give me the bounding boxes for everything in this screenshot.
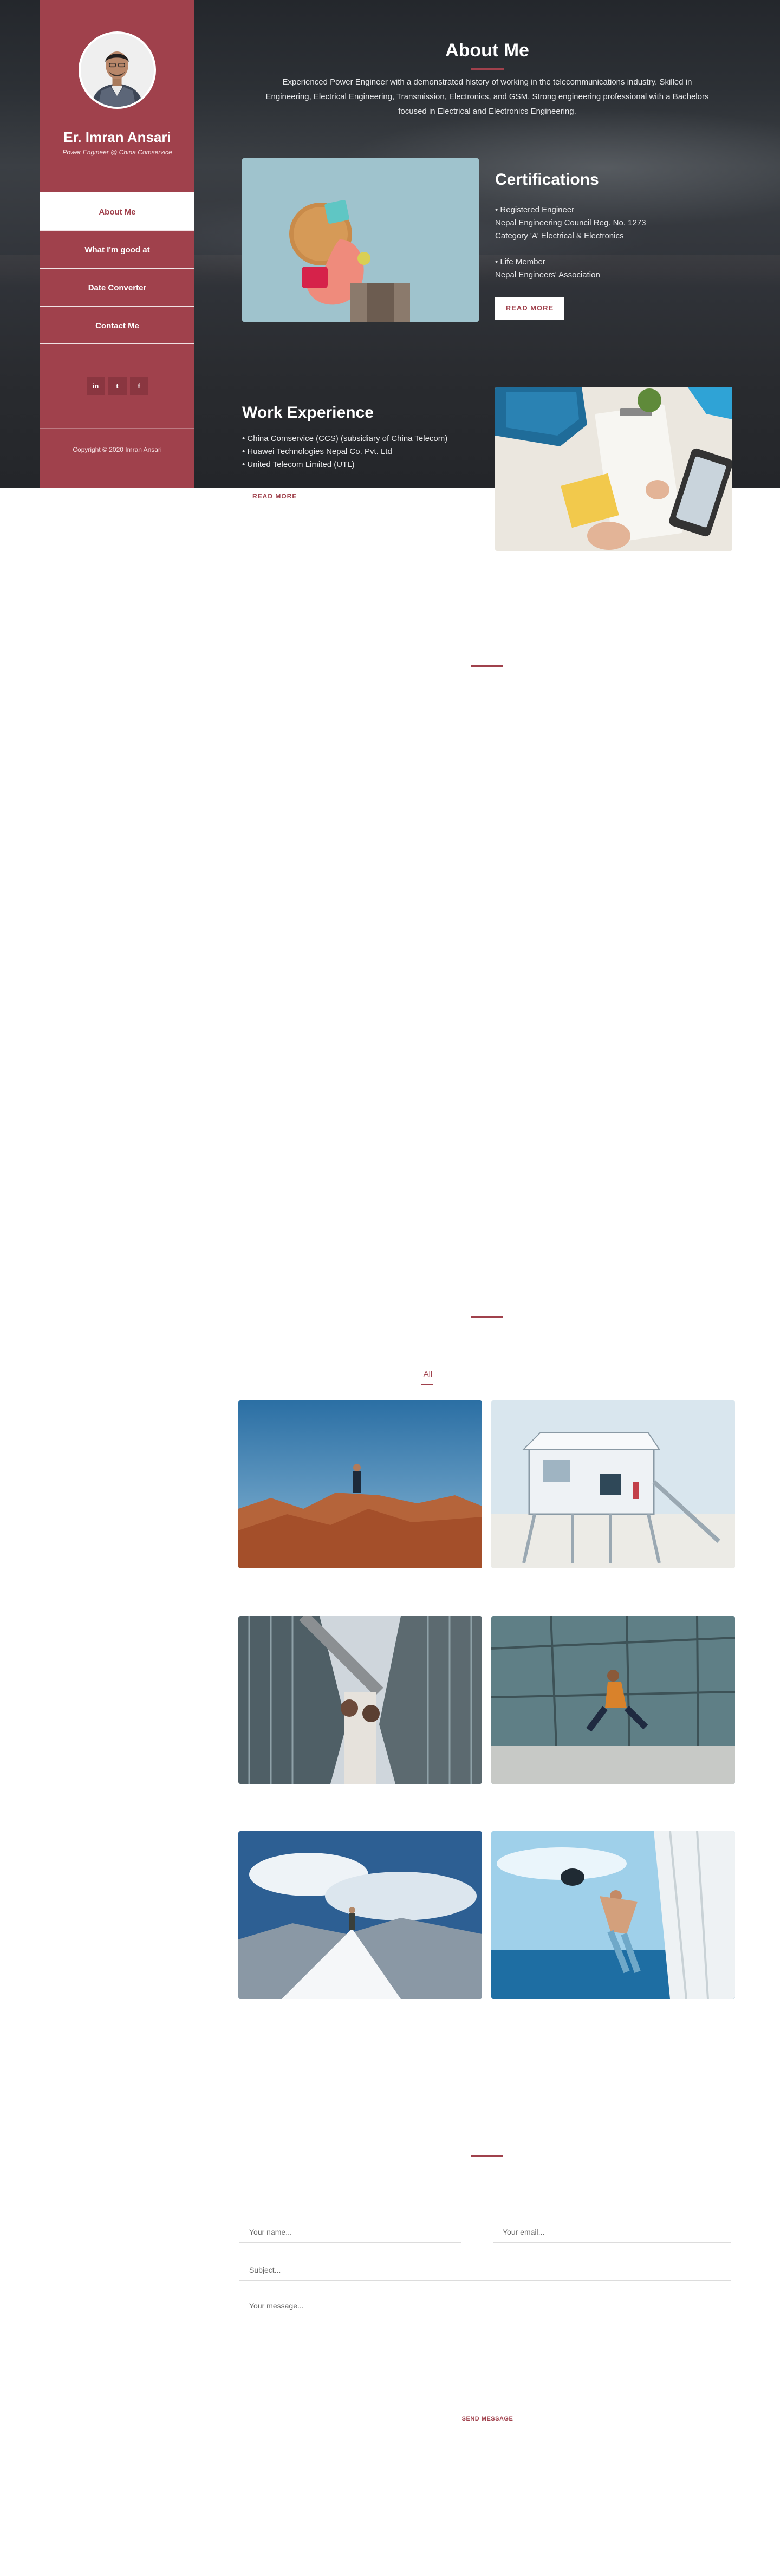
cert-line: Category 'A' Electrical & Electronics [495, 231, 624, 241]
work-item: • Huawei Technologies Nepal Co. Pvt. Ltd [242, 447, 392, 456]
work-experience-image [495, 387, 732, 551]
gallery-image-jump[interactable] [491, 1616, 735, 1784]
work-experience-list: • China Comservice (CCS) (subsidiary of … [242, 432, 480, 471]
sidebar-item-contact[interactable]: Contact Me [40, 306, 194, 344]
cert-line: Nepal Engineers' Association [495, 270, 600, 280]
gallery-filter-all[interactable]: All [412, 1370, 444, 1379]
social-links: in t f [40, 377, 194, 395]
certifications-list: • Registered Engineer Nepal Engineering … [495, 204, 723, 282]
work-read-more-button[interactable]: READ MORE [252, 492, 297, 500]
gallery-image-boat[interactable] [491, 1831, 735, 1999]
gallery-section-divider [471, 1316, 503, 1318]
linkedin-icon[interactable]: in [86, 377, 105, 395]
send-message-button[interactable]: SEND MESSAGE [460, 2416, 515, 2422]
sidebar-menu: About Me What I'm good at Date Converter… [40, 192, 194, 344]
twitter-icon[interactable]: t [108, 377, 127, 395]
work-item: • United Telecom Limited (UTL) [242, 460, 355, 469]
about-intro: Experienced Power Engineer with a demons… [265, 77, 709, 116]
gallery-image-city[interactable] [238, 1616, 482, 1784]
sidebar-role: Power Engineer @ China Comservice [62, 148, 172, 156]
contact-email-input[interactable] [493, 2221, 731, 2243]
sidebar-divider [40, 428, 194, 429]
sidebar: Er. Imran Ansari Power Engineer @ China … [40, 0, 194, 488]
certifications-image [242, 158, 479, 322]
cert-line: • Registered Engineer [495, 205, 575, 215]
gallery-filter-underline [421, 1384, 433, 1385]
avatar [79, 31, 156, 109]
facebook-icon[interactable]: f [129, 377, 148, 395]
sidebar-name: Er. Imran Ansari [63, 129, 171, 145]
contact-section-divider [471, 2155, 503, 2157]
work-experience-title: Work Experience [242, 404, 374, 421]
cert-line: • Life Member [495, 257, 545, 267]
sidebar-item-date-converter[interactable]: Date Converter [40, 268, 194, 306]
about-title-underline [471, 68, 504, 70]
contact-name-input[interactable] [239, 2221, 461, 2243]
copyright: Copyright © 2020 Imran Ansari [73, 446, 162, 453]
work-item: • China Comservice (CCS) (subsidiary of … [242, 434, 448, 443]
about-title: About Me [445, 40, 529, 61]
contact-message-input[interactable] [239, 2297, 731, 2390]
contact-subject-input[interactable] [239, 2259, 731, 2281]
sidebar-item-skills[interactable]: What I'm good at [40, 230, 194, 268]
cert-line: Nepal Engineering Council Reg. No. 1273 [495, 218, 646, 228]
certifications-read-more-button[interactable]: READ MORE [495, 297, 564, 320]
skills-section-divider [471, 665, 503, 667]
sidebar-item-about-me[interactable]: About Me [40, 192, 194, 230]
certifications-title: Certifications [495, 171, 599, 189]
gallery-image-lifeguard[interactable] [491, 1400, 735, 1568]
gallery-image-canyon[interactable] [238, 1400, 482, 1568]
gallery-image-mountain[interactable] [238, 1831, 482, 1999]
